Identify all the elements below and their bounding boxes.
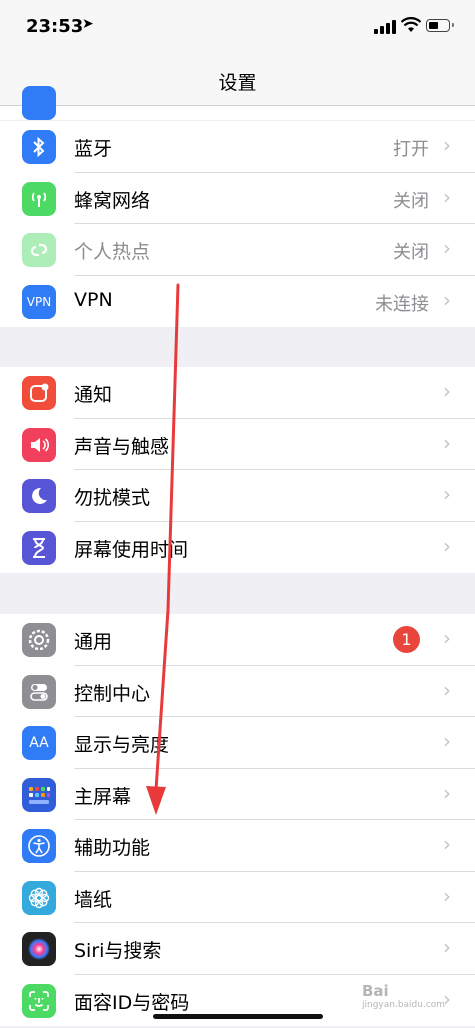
chevron-right-icon: › — [443, 935, 451, 959]
chevron-right-icon: › — [443, 133, 451, 157]
toggles-icon — [22, 674, 56, 709]
row-label: 屏幕使用时间 — [74, 538, 189, 561]
signal-icon — [374, 20, 396, 34]
battery-icon — [426, 19, 454, 32]
watermark-site: jingyan.baidu.com — [362, 1000, 446, 1010]
settings-group-general: 通用 1 › 控制中心 › AA 显示与亮度 › 主屏幕 › 辅助功能 › 墙纸… — [0, 614, 475, 1026]
status-bar: 23:53 ➤ — [0, 0, 475, 58]
row-label: 个人热点 — [74, 241, 151, 263]
vpn-icon: VPN — [22, 284, 56, 319]
row-label: VPN — [74, 288, 113, 311]
display-icon: AA — [22, 726, 56, 760]
chevron-right-icon: › — [443, 626, 451, 650]
hourglass-icon — [22, 530, 56, 565]
navigation-bar: 设置 — [0, 58, 475, 106]
row-control-center[interactable]: 控制中心 › — [0, 666, 475, 717]
chevron-right-icon: › — [443, 729, 451, 753]
row-label: 通用 — [74, 631, 113, 653]
wifi-icon — [401, 17, 421, 32]
moon-icon — [22, 479, 56, 513]
row-screen-time[interactable]: 屏幕使用时间 › — [0, 522, 475, 574]
wifi-settings-icon — [22, 86, 56, 120]
chevron-right-icon: › — [443, 184, 451, 209]
cellular-icon — [22, 181, 56, 216]
row-label: 辅助功能 — [74, 837, 151, 859]
row-general[interactable]: 通用 1 › — [0, 614, 475, 666]
row-label: 控制中心 — [74, 682, 151, 705]
location-arrow-icon: ➤ — [82, 16, 94, 32]
settings-group-notifications: 通知 › 声音与触感 › 勿扰模式 › 屏幕使用时间 › — [0, 367, 475, 573]
chevron-right-icon: › — [443, 287, 451, 312]
row-bluetooth[interactable]: 蓝牙 打开 › — [0, 121, 475, 173]
row-cellular[interactable]: 蜂窝网络 关闭 › — [0, 173, 475, 224]
home-screen-icon — [22, 777, 56, 812]
watermark: Bai jingyan.baidu.com — [362, 982, 445, 1010]
row-accessibility[interactable]: 辅助功能 › — [0, 820, 475, 872]
row-label: 勿扰模式 — [74, 487, 151, 509]
notifications-icon — [22, 376, 56, 410]
row-label: 墙纸 — [74, 888, 113, 911]
row-label: 主屏幕 — [74, 785, 132, 808]
status-time: 23:53 — [26, 16, 84, 37]
row-label: 显示与亮度 — [74, 734, 170, 756]
row-value: 关闭 — [393, 242, 429, 263]
watermark-brand: Bai — [362, 982, 389, 1000]
row-label: 通知 — [74, 384, 113, 406]
chevron-right-icon: › — [443, 533, 451, 558]
row-siri-search[interactable]: Siri与搜索 › — [0, 923, 475, 975]
gear-icon — [22, 623, 56, 657]
row-value: 未连接 — [375, 293, 429, 315]
accessibility-icon — [22, 829, 56, 863]
chevron-right-icon: › — [443, 236, 451, 260]
row-sounds[interactable]: 声音与触感 › — [0, 419, 475, 470]
notification-badge: 1 — [393, 626, 420, 653]
partial-row — [0, 86, 475, 120]
row-wallpaper[interactable]: 墙纸 › — [0, 872, 475, 923]
wallpaper-icon — [22, 880, 56, 915]
row-label: Siri与搜索 — [74, 940, 162, 962]
row-vpn[interactable]: VPN VPN 未连接 › — [0, 276, 475, 328]
row-label: 蓝牙 — [74, 138, 113, 160]
faceid-icon — [22, 983, 56, 1018]
row-value: 打开 — [393, 139, 429, 160]
hotspot-icon — [22, 233, 56, 267]
chevron-right-icon: › — [443, 832, 451, 856]
chevron-right-icon: › — [443, 780, 451, 805]
page-title: 设置 — [218, 72, 257, 94]
siri-icon — [22, 932, 56, 966]
chevron-right-icon: › — [443, 430, 451, 455]
home-indicator[interactable] — [153, 1014, 323, 1019]
row-value: 关闭 — [393, 190, 429, 212]
row-notifications[interactable]: 通知 › — [0, 367, 475, 419]
bluetooth-icon — [22, 130, 56, 164]
row-display-brightness[interactable]: AA 显示与亮度 › — [0, 717, 475, 769]
chevron-right-icon: › — [443, 677, 451, 702]
row-label: 面容ID与密码 — [74, 991, 190, 1014]
settings-group-connectivity: 蓝牙 打开 › 蜂窝网络 关闭 › 个人热点 关闭 › VPN VPN 未连接 … — [0, 121, 475, 327]
sound-icon — [22, 427, 56, 462]
chevron-right-icon: › — [443, 482, 451, 506]
row-home-screen[interactable]: 主屏幕 › — [0, 769, 475, 820]
chevron-right-icon: › — [443, 379, 451, 403]
row-label: 蜂窝网络 — [74, 189, 151, 212]
row-do-not-disturb[interactable]: 勿扰模式 › — [0, 470, 475, 522]
row-label: 声音与触感 — [74, 435, 170, 458]
row-personal-hotspot[interactable]: 个人热点 关闭 › — [0, 224, 475, 276]
chevron-right-icon: › — [443, 883, 451, 908]
